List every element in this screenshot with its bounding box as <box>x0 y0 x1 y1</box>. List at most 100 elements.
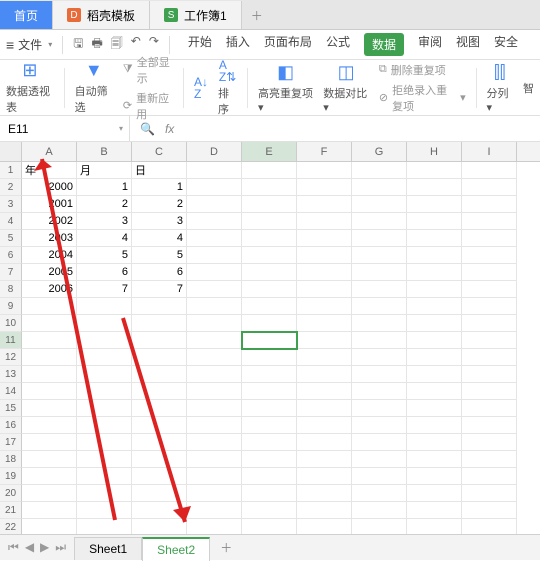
row-header[interactable]: 7 <box>0 264 22 281</box>
cell[interactable] <box>77 298 132 315</box>
cell[interactable] <box>407 213 462 230</box>
cell[interactable] <box>462 281 517 298</box>
cell[interactable] <box>22 417 77 434</box>
cell[interactable] <box>22 366 77 383</box>
cell[interactable] <box>297 451 352 468</box>
cell[interactable] <box>462 366 517 383</box>
cell[interactable] <box>77 468 132 485</box>
cell[interactable]: 1 <box>132 179 187 196</box>
cell[interactable] <box>297 366 352 383</box>
cell[interactable] <box>132 434 187 451</box>
cell[interactable] <box>462 315 517 332</box>
tab-home[interactable]: 首页 <box>0 1 53 29</box>
cell[interactable]: 3 <box>77 213 132 230</box>
cell[interactable] <box>242 417 297 434</box>
cell[interactable] <box>407 400 462 417</box>
row-header[interactable]: 9 <box>0 298 22 315</box>
row-header[interactable]: 17 <box>0 434 22 451</box>
cell[interactable]: 2001 <box>22 196 77 213</box>
cell[interactable] <box>22 485 77 502</box>
formula-input[interactable] <box>184 116 540 141</box>
cell[interactable] <box>407 434 462 451</box>
cell[interactable] <box>407 502 462 519</box>
cell[interactable] <box>22 502 77 519</box>
cell[interactable] <box>242 485 297 502</box>
cell[interactable] <box>187 468 242 485</box>
cell[interactable] <box>22 434 77 451</box>
cell[interactable] <box>77 434 132 451</box>
cell[interactable] <box>297 349 352 366</box>
cell[interactable] <box>352 400 407 417</box>
cell[interactable]: 2006 <box>22 281 77 298</box>
cell[interactable]: 2004 <box>22 247 77 264</box>
cell[interactable] <box>242 332 297 349</box>
cell[interactable] <box>132 315 187 332</box>
row-header[interactable]: 21 <box>0 502 22 519</box>
col-header-G[interactable]: G <box>352 142 407 161</box>
col-header-C[interactable]: C <box>132 142 187 161</box>
cell[interactable]: 2005 <box>22 264 77 281</box>
cell[interactable]: 2003 <box>22 230 77 247</box>
cell[interactable] <box>352 213 407 230</box>
undo-icon[interactable]: ↶ <box>131 34 141 55</box>
cell[interactable] <box>187 281 242 298</box>
cell[interactable] <box>297 196 352 213</box>
cell[interactable] <box>352 502 407 519</box>
cell[interactable]: 日 <box>132 162 187 179</box>
cell[interactable] <box>297 264 352 281</box>
sort-button[interactable]: AZ⇅排序 <box>218 59 237 117</box>
cell[interactable] <box>187 332 242 349</box>
row-header[interactable]: 6 <box>0 247 22 264</box>
cell[interactable] <box>352 281 407 298</box>
cell[interactable] <box>132 366 187 383</box>
reapply-button[interactable]: ⟳重新应用 <box>123 90 173 122</box>
cell[interactable] <box>132 298 187 315</box>
cell[interactable] <box>462 434 517 451</box>
cell[interactable] <box>242 230 297 247</box>
col-header-A[interactable]: A <box>22 142 77 161</box>
cell[interactable]: 年 <box>22 162 77 179</box>
cell[interactable] <box>407 162 462 179</box>
cell[interactable] <box>407 366 462 383</box>
cell[interactable] <box>132 332 187 349</box>
save-icon[interactable]: 🖫 <box>73 34 83 55</box>
cell[interactable] <box>242 213 297 230</box>
cell[interactable]: 5 <box>77 247 132 264</box>
cell[interactable] <box>352 230 407 247</box>
cell[interactable] <box>407 264 462 281</box>
first-sheet-button[interactable]: ⏮ <box>8 540 19 555</box>
row-header[interactable]: 15 <box>0 400 22 417</box>
cell[interactable] <box>187 417 242 434</box>
cell[interactable]: 7 <box>132 281 187 298</box>
last-sheet-button[interactable]: ⏭ <box>55 540 66 555</box>
cell[interactable]: 2 <box>132 196 187 213</box>
cell[interactable] <box>462 400 517 417</box>
cell[interactable] <box>77 349 132 366</box>
cell[interactable] <box>462 468 517 485</box>
cell[interactable] <box>352 468 407 485</box>
col-header-D[interactable]: D <box>187 142 242 161</box>
col-header-I[interactable]: I <box>462 142 517 161</box>
cell[interactable] <box>242 315 297 332</box>
cell[interactable] <box>407 451 462 468</box>
row-header[interactable]: 13 <box>0 366 22 383</box>
cell[interactable]: 月 <box>77 162 132 179</box>
cell[interactable] <box>187 349 242 366</box>
row-header[interactable]: 2 <box>0 179 22 196</box>
cell[interactable]: 6 <box>132 264 187 281</box>
cell[interactable]: 2002 <box>22 213 77 230</box>
cell[interactable] <box>407 383 462 400</box>
cell[interactable] <box>132 349 187 366</box>
cell[interactable] <box>187 298 242 315</box>
fx-icon[interactable]: fx <box>165 122 174 136</box>
cell[interactable] <box>132 502 187 519</box>
cell[interactable] <box>242 298 297 315</box>
cell[interactable] <box>352 451 407 468</box>
cell[interactable] <box>187 383 242 400</box>
col-header-E[interactable]: E <box>242 142 297 161</box>
cell[interactable] <box>187 230 242 247</box>
cell[interactable] <box>352 247 407 264</box>
cell[interactable] <box>132 468 187 485</box>
print-icon[interactable]: 🗐 <box>111 34 123 55</box>
menu-insert[interactable]: 插入 <box>226 33 250 56</box>
